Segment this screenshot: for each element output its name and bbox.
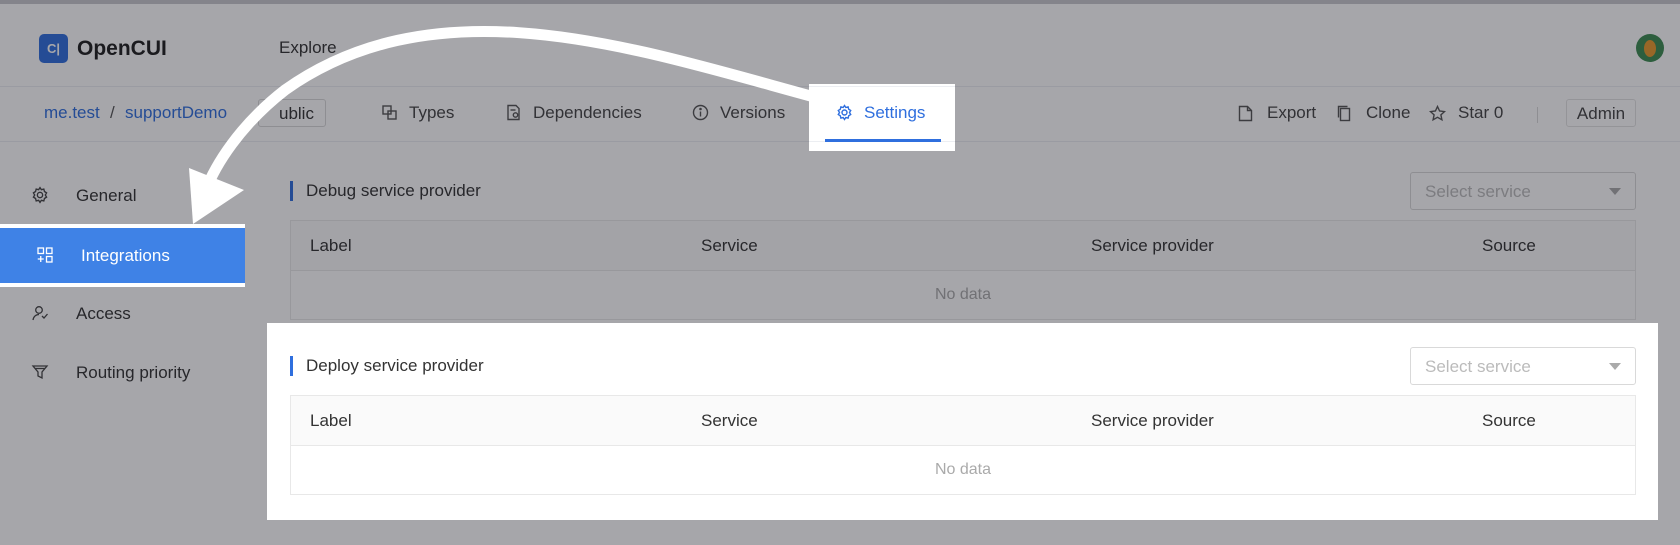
tutorial-arrow [189,25,824,224]
